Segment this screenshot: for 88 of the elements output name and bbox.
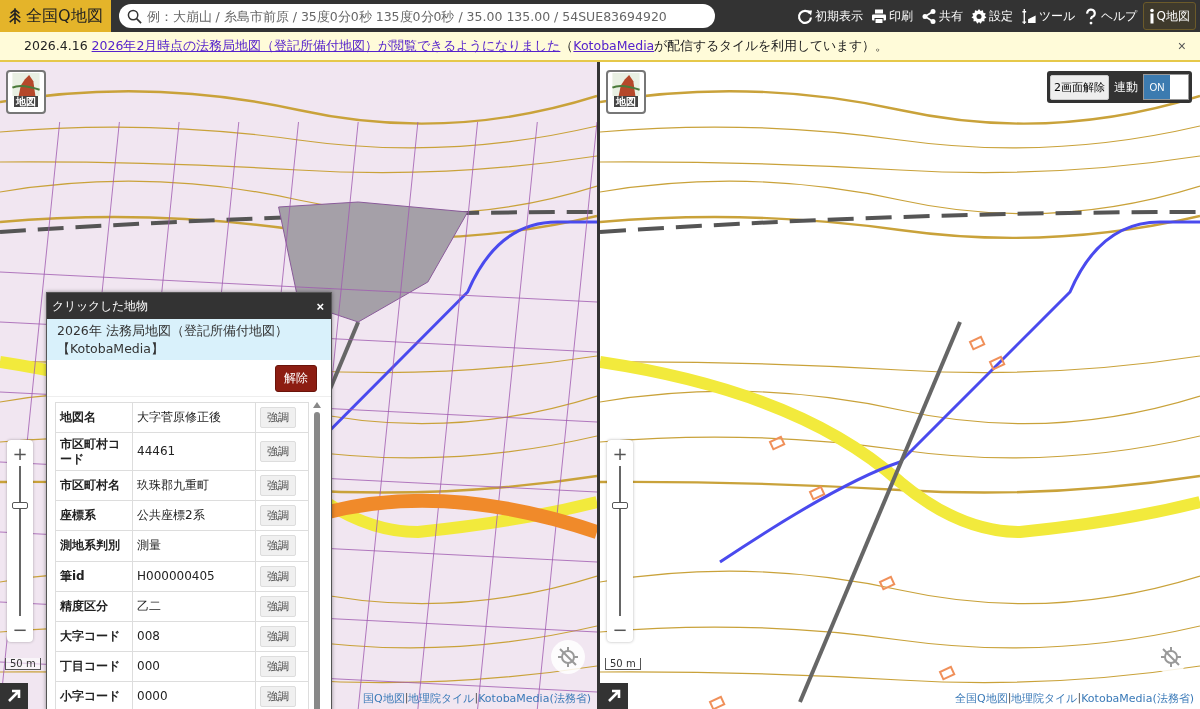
highlight-button[interactable]: 強調 xyxy=(260,407,296,429)
toolbar-button[interactable]: 印刷 xyxy=(868,5,915,27)
printer-icon xyxy=(870,7,887,25)
attribute-name: 小字コード xyxy=(55,681,133,709)
scale-bar: 50 m xyxy=(5,658,41,670)
close-button[interactable]: × xyxy=(1173,38,1190,54)
search-icon xyxy=(126,8,142,24)
logo-button[interactable]: 全国Q地図 xyxy=(0,0,111,32)
zoom-out-button[interactable]: − xyxy=(7,616,33,642)
settings-icon xyxy=(970,7,987,25)
zoom-slider[interactable] xyxy=(611,466,629,616)
attribute-value: 大字菅原修正後 xyxy=(132,402,256,433)
layer-button[interactable]: 地図 xyxy=(6,70,46,114)
arrow-icon xyxy=(606,688,622,704)
highlight-button[interactable]: 強調 xyxy=(260,535,296,557)
highlight-button[interactable]: 強調 xyxy=(260,441,296,463)
attribute-value: H000000405 xyxy=(132,561,256,592)
slider-thumb[interactable] xyxy=(612,502,628,509)
attribution-link[interactable]: 全国Q地図 xyxy=(955,691,1008,706)
separator: | xyxy=(404,691,409,706)
zoom-out-button[interactable]: − xyxy=(607,616,633,642)
share-icon xyxy=(920,7,937,25)
scale-bar: 50 m xyxy=(605,658,641,670)
info-icon xyxy=(1148,7,1155,25)
layer-name: 2026年 法務局地図（登記所備付地図）【KotobaMedia】 xyxy=(57,323,288,356)
highlight-button[interactable]: 強調 xyxy=(260,565,296,587)
attribute-name: 市区町村コード xyxy=(55,432,133,471)
scroll-up-icon xyxy=(313,402,321,408)
clear-button[interactable]: 解除 xyxy=(275,365,317,392)
close-button[interactable]: × xyxy=(314,298,326,314)
layer-button[interactable]: 地図 xyxy=(606,70,646,114)
split-off-button[interactable]: 2画面解除 xyxy=(1050,74,1109,100)
separator: | xyxy=(1007,691,1012,706)
toggle-state: ON xyxy=(1144,75,1170,99)
scrollbar[interactable] xyxy=(313,402,321,709)
attribute-value: 44461 xyxy=(132,432,256,471)
attribute-name: 丁目コード xyxy=(55,651,133,682)
tools-icon xyxy=(1020,7,1037,25)
separator: | xyxy=(474,691,479,706)
slider-thumb[interactable] xyxy=(12,502,28,509)
map-thumbnail-icon xyxy=(611,73,641,96)
toolbar-button[interactable]: 共有 xyxy=(918,5,965,27)
search-field[interactable]: 例：大崩山 / 糸島市前原 / 35度0分0秒 135度0分0秒 / 35.00 135.00 / 54SUE83694920 xyxy=(118,4,715,28)
attribute-name: 市区町村名 xyxy=(55,470,133,501)
toolbar-button[interactable]: 設定 xyxy=(968,5,1015,27)
attribution-link[interactable]: KotobaMedia(法務省) xyxy=(1081,691,1194,706)
attribute-name: 精度区分 xyxy=(55,591,133,622)
zoom-in-button[interactable]: + xyxy=(7,440,33,466)
notice-text: 2026.4.16 2026年2月時点の法務局地図（登記所備付地図）が閲覧できるようになりました（KotobaMediaが配信するタイルを利用しています）。 xyxy=(24,37,889,55)
separator: | xyxy=(1077,691,1082,706)
zoom-in-button[interactable]: + xyxy=(607,440,633,466)
highlight-button[interactable]: 強調 xyxy=(260,685,296,707)
attribute-name: 測地系判別 xyxy=(55,530,133,561)
expand-button[interactable] xyxy=(0,683,28,709)
toolbar-button[interactable]: 初期表示 xyxy=(794,5,865,27)
attribution-link[interactable]: 国Q地図 xyxy=(363,691,405,706)
expand-button[interactable] xyxy=(600,683,628,709)
highlight-button[interactable]: 強調 xyxy=(260,625,296,647)
toolbar-button[interactable]: ツール xyxy=(1018,5,1077,27)
attribute-value: 公共座標2系 xyxy=(132,500,256,531)
map-thumbnail-icon xyxy=(11,73,41,96)
source-link[interactable]: KotobaMedia xyxy=(573,37,655,53)
notice-link[interactable]: 2026年2月時点の法務局地図（登記所備付地図）が閲覧できるようになりました xyxy=(91,37,561,53)
popup-title: クリックした地物 xyxy=(52,297,148,315)
zoom-slider[interactable] xyxy=(11,466,29,616)
toolbar-button[interactable]: Q地図 xyxy=(1142,2,1196,30)
attribute-name: 地図名 xyxy=(55,402,133,433)
attribute-value: 測量 xyxy=(132,530,256,561)
attribution-link[interactable]: KotobaMedia(法務省) xyxy=(478,691,591,706)
reload-icon xyxy=(796,7,813,25)
sync-label: 連動 xyxy=(1114,78,1138,96)
sync-toggle[interactable]: ON xyxy=(1143,74,1189,100)
attribute-value: 000 xyxy=(132,651,256,682)
highlight-button[interactable]: 強調 xyxy=(260,595,296,617)
attribute-value: 乙二 xyxy=(132,591,256,622)
attribute-value: 008 xyxy=(132,621,256,652)
arrow-icon xyxy=(6,688,22,704)
attribute-name: 座標系 xyxy=(55,500,133,531)
attribute-name: 大字コード xyxy=(55,621,133,652)
tree-icon xyxy=(8,6,22,26)
highlight-button[interactable]: 強調 xyxy=(260,505,296,527)
toolbar-button[interactable]: ヘルプ xyxy=(1080,5,1139,27)
highlight-button[interactable]: 強調 xyxy=(260,655,296,677)
attribute-name: 筆id xyxy=(55,561,133,592)
crosshair-off-icon xyxy=(1159,645,1183,669)
attribute-value: 玖珠郡九重町 xyxy=(132,470,256,501)
highlight-button[interactable]: 強調 xyxy=(260,475,296,497)
crosshair-off-icon xyxy=(556,645,580,669)
